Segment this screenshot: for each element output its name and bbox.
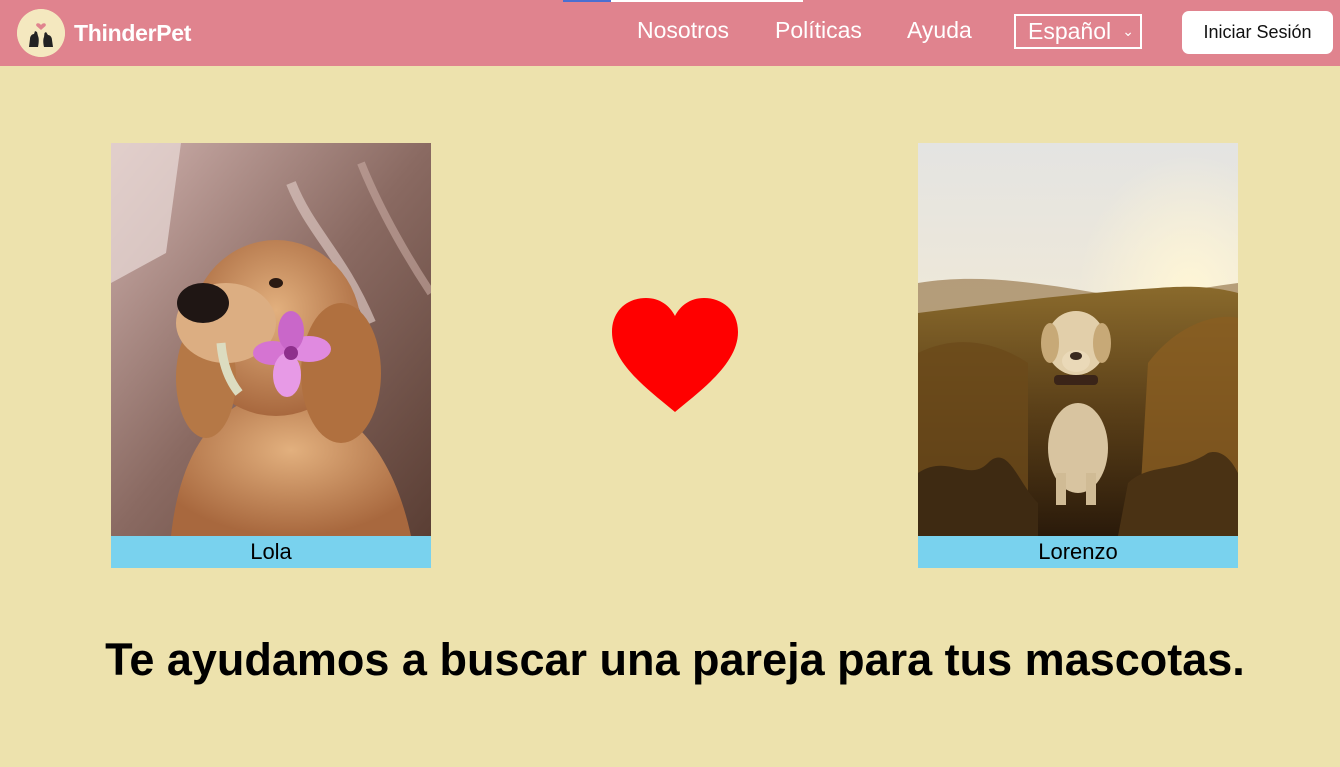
pet-photo-lorenzo — [918, 143, 1238, 536]
pet-card-lola[interactable]: Lola — [111, 143, 431, 568]
pet-card-lorenzo[interactable]: Lorenzo — [918, 143, 1238, 568]
chevron-down-icon: ⌄ — [1122, 23, 1134, 39]
pet-name-label: Lorenzo — [918, 536, 1238, 568]
nav-link-nosotros[interactable]: Nosotros — [637, 17, 729, 44]
tagline: Te ayudamos a buscar una pareja para tus… — [105, 634, 1245, 685]
nav-link-politicas[interactable]: Políticas — [775, 17, 862, 44]
pet-name-label: Lola — [111, 536, 431, 568]
heart-icon — [612, 298, 738, 412]
dogs-heart-logo-icon — [17, 9, 65, 57]
nav-link-ayuda[interactable]: Ayuda — [907, 17, 972, 44]
login-button[interactable]: Iniciar Sesión — [1182, 11, 1333, 54]
navbar: ThinderPet Nosotros Políticas Ayuda Espa… — [0, 0, 1340, 66]
loading-indicator-progress — [563, 0, 611, 2]
language-select-value: Español — [1028, 18, 1112, 44]
pet-photo-lola — [111, 143, 431, 536]
brand[interactable]: ThinderPet — [17, 8, 191, 58]
brand-name: ThinderPet — [74, 19, 192, 46]
language-select[interactable]: Español ⌄ — [1014, 14, 1142, 49]
